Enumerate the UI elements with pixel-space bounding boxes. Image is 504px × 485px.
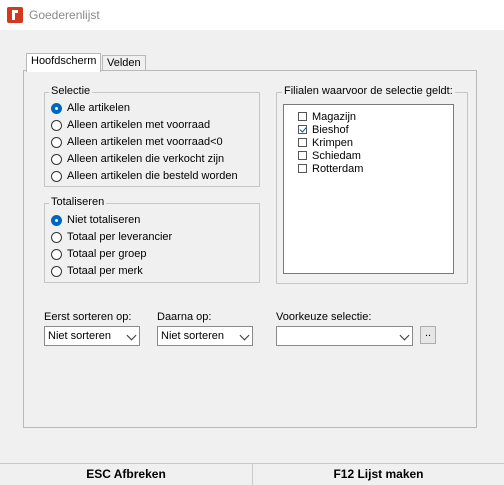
make-list-button[interactable]: F12 Lijst maken — [253, 464, 504, 485]
radio-met-voorraad[interactable]: Alleen artikelen met voorraad — [51, 117, 238, 133]
first-sort-select[interactable]: Niet sorteren — [44, 326, 140, 346]
filialen-listbox[interactable]: Magazijn Bieshof Krimpen Schiedam Rotter… — [283, 104, 454, 274]
browse-button[interactable]: .. — [420, 326, 436, 344]
checkbox[interactable] — [298, 164, 307, 173]
radio-button[interactable] — [51, 136, 62, 148]
radio-button[interactable] — [51, 119, 62, 131]
radio-button[interactable] — [51, 170, 62, 182]
voorkeuze-label: Voorkeuze selectie: — [276, 311, 372, 323]
then-sort-value: Niet sorteren — [161, 330, 224, 342]
radio-button[interactable] — [51, 153, 62, 165]
filialen-legend: Filialen waarvoor de selectie geldt: — [282, 85, 455, 97]
chevron-down-icon[interactable] — [399, 330, 410, 341]
then-sort-select[interactable]: Niet sorteren — [157, 326, 253, 346]
checkbox[interactable] — [298, 151, 307, 160]
list-item-bieshof[interactable]: Bieshof — [284, 123, 453, 136]
checkbox[interactable] — [298, 112, 307, 121]
voorkeuze-select[interactable] — [276, 326, 413, 346]
list-item-rotterdam[interactable]: Rotterdam — [284, 162, 453, 175]
then-sort-label: Daarna op: — [157, 311, 212, 323]
app-icon — [7, 7, 23, 23]
first-sort-value: Niet sorteren — [48, 330, 111, 342]
radio-button[interactable] — [51, 102, 62, 114]
radio-button[interactable] — [51, 248, 62, 260]
radio-per-leverancier[interactable]: Totaal per leverancier — [51, 229, 172, 245]
radio-button[interactable] — [51, 214, 62, 226]
list-item-magazijn[interactable]: Magazijn — [284, 110, 453, 123]
radio-per-merk[interactable]: Totaal per merk — [51, 263, 172, 279]
tab-velden[interactable]: Velden — [102, 55, 146, 71]
window-title: Goederenlijst — [29, 8, 100, 22]
radio-verkocht[interactable]: Alleen artikelen die verkocht zijn — [51, 151, 238, 167]
first-sort-label: Eerst sorteren op: — [44, 311, 132, 323]
totaliseren-legend: Totaliseren — [49, 196, 107, 208]
selectie-legend: Selectie — [49, 85, 93, 97]
tab-hoofdscherm[interactable]: Hoofdscherm — [26, 53, 102, 72]
radio-voorraad-negatief[interactable]: Alleen artikelen met voorraad<0 — [51, 134, 238, 150]
chevron-down-icon[interactable] — [126, 330, 137, 341]
radio-button[interactable] — [51, 265, 62, 277]
selectie-options: Alle artikelen Alleen artikelen met voor… — [51, 100, 238, 184]
radio-button[interactable] — [51, 231, 62, 243]
list-item-schiedam[interactable]: Schiedam — [284, 149, 453, 162]
totaliseren-options: Niet totaliseren Totaal per leverancier … — [51, 212, 172, 279]
checkbox[interactable] — [298, 138, 307, 147]
radio-per-groep[interactable]: Totaal per groep — [51, 246, 172, 262]
radio-alle-artikelen[interactable]: Alle artikelen — [51, 100, 238, 116]
list-item-krimpen[interactable]: Krimpen — [284, 136, 453, 149]
chevron-down-icon[interactable] — [239, 330, 250, 341]
cancel-button[interactable]: ESC Afbreken — [0, 464, 252, 485]
radio-niet-totaliseren[interactable]: Niet totaliseren — [51, 212, 172, 228]
checkbox[interactable] — [298, 125, 307, 134]
radio-besteld[interactable]: Alleen artikelen die besteld worden — [51, 168, 238, 184]
